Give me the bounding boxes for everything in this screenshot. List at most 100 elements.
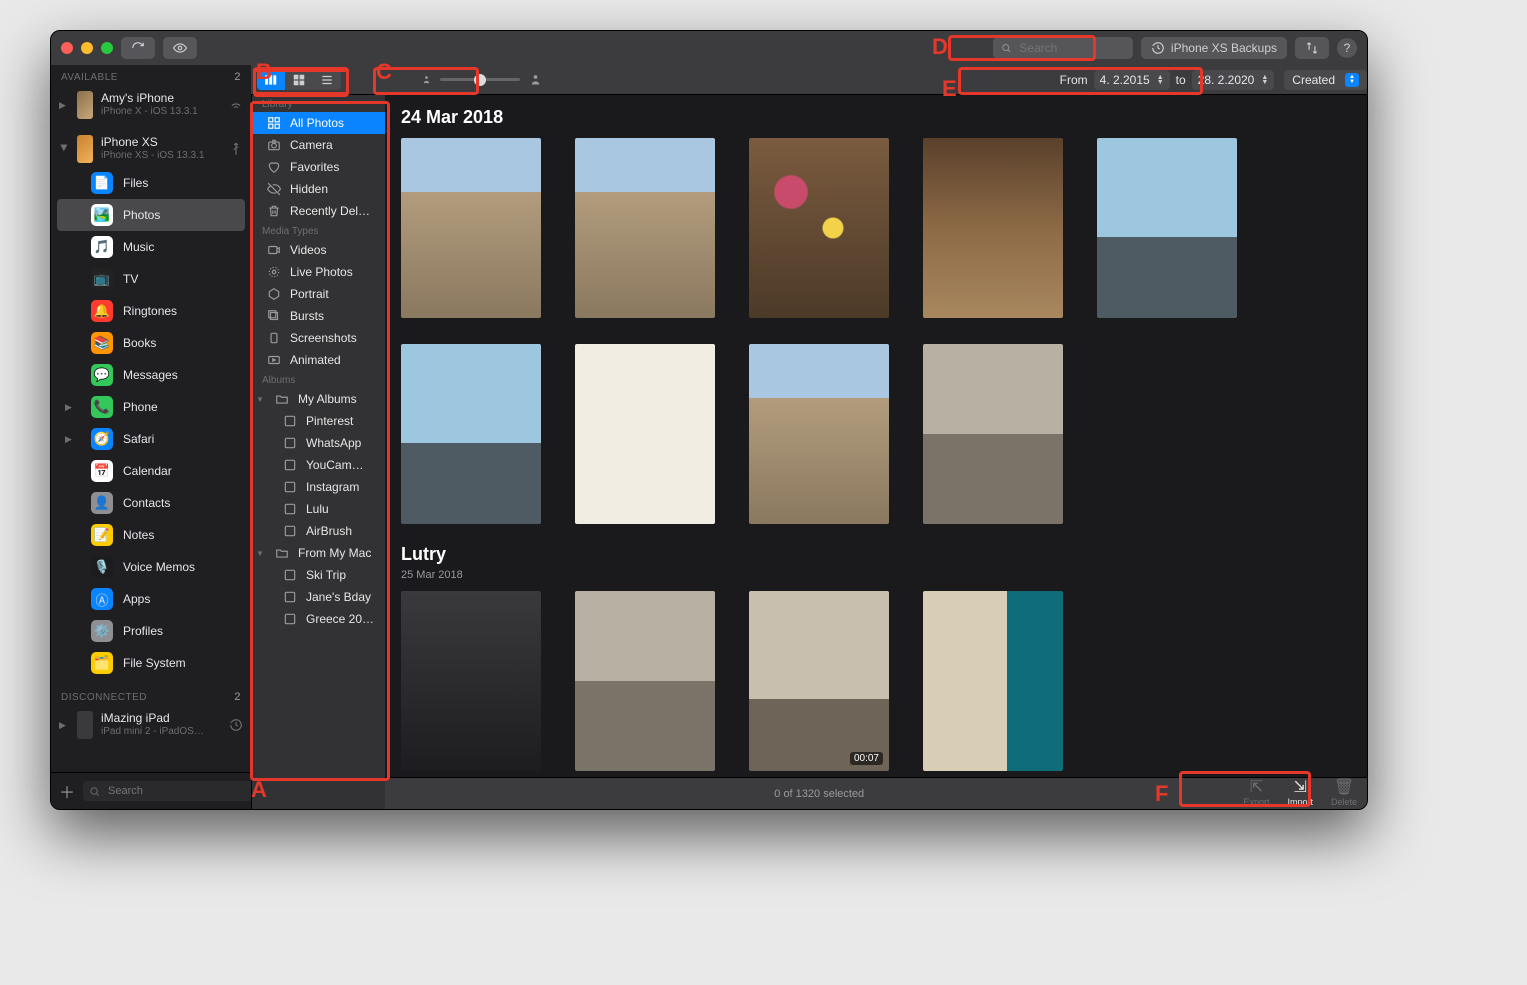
library-item-camera[interactable]: Camera (252, 134, 385, 156)
library-item-favorites[interactable]: Favorites (252, 156, 385, 178)
library-item-youcam-[interactable]: YouCam… (252, 454, 385, 476)
backups-button[interactable]: iPhone XS Backups (1141, 37, 1287, 59)
sidebar-item-calendar[interactable]: 📅Calendar (57, 455, 245, 487)
to-date-field[interactable]: 28. 2.2020 ▲▼ (1192, 70, 1275, 90)
export-button[interactable]: ⇱Export (1243, 780, 1269, 807)
library-item-airbrush[interactable]: AirBrush (252, 520, 385, 542)
photo-thumbnail[interactable] (1097, 138, 1237, 318)
library-item-videos[interactable]: Videos (252, 239, 385, 261)
sidebar-item-books[interactable]: 📚Books (57, 327, 245, 359)
sidebar-item-music[interactable]: 🎵Music (57, 231, 245, 263)
sidebar-item-phone[interactable]: ▶📞Phone (57, 391, 245, 423)
library-item-instagram[interactable]: Instagram (252, 476, 385, 498)
library-item-my-albums[interactable]: ▼My Albums (252, 388, 385, 410)
library-item-recently-del-[interactable]: Recently Del… (252, 200, 385, 222)
sidebar-item-apps[interactable]: ⒶApps (57, 583, 245, 615)
photo-thumbnail[interactable] (401, 344, 541, 524)
photo-thumbnail[interactable] (575, 138, 715, 318)
library-item-ski-trip[interactable]: Ski Trip (252, 564, 385, 586)
group-title: 24 Mar 2018 (401, 107, 1351, 128)
close-window-button[interactable] (61, 42, 73, 54)
view-mode-grid-icon[interactable] (285, 70, 313, 90)
device-imazing-ipad[interactable]: ▶ iMazing iPad iPad mini 2 - iPadOS… (51, 707, 251, 743)
photo-thumbnail[interactable] (575, 344, 715, 524)
library-item-all-photos[interactable]: All Photos (252, 112, 385, 134)
app-icon: 📅 (91, 460, 113, 482)
photo-thumbnail[interactable] (575, 591, 715, 771)
sidebar-search-input[interactable] (106, 784, 251, 798)
stepper-icon[interactable]: ▲▼ (1261, 75, 1268, 85)
import-button[interactable]: ⇲Import (1287, 780, 1313, 807)
library-item-live-photos[interactable]: Live Photos (252, 261, 385, 283)
library-item-portrait[interactable]: Portrait (252, 283, 385, 305)
delete-button[interactable]: 🗑Delete (1331, 780, 1357, 807)
app-icon: 📞 (91, 396, 113, 418)
chevron-down-icon[interactable]: ▶ (59, 144, 70, 154)
refresh-button[interactable] (121, 37, 155, 59)
library-item-bursts[interactable]: Bursts (252, 305, 385, 327)
global-search[interactable] (993, 37, 1133, 59)
sidebar-item-ringtones[interactable]: 🔔Ringtones (57, 295, 245, 327)
library-item-whatsapp[interactable]: WhatsApp (252, 432, 385, 454)
photo-thumbnail[interactable] (923, 344, 1063, 524)
device-iphone-xs[interactable]: ▶ iPhone XS iPhone XS - iOS 13.3.1 (51, 131, 251, 167)
chevron-right-icon[interactable]: ▶ (59, 720, 69, 731)
global-search-input[interactable] (1017, 40, 1125, 56)
from-date-field[interactable]: 4. 2.2015 ▲▼ (1094, 70, 1170, 90)
photo-thumbnail[interactable] (401, 591, 541, 771)
library-item-lulu[interactable]: Lulu (252, 498, 385, 520)
library-item-hidden[interactable]: Hidden (252, 178, 385, 200)
photo-grid-scroll[interactable]: 24 Mar 2018Lutry25 Mar 201800:07 (385, 95, 1367, 777)
sidebar-item-messages[interactable]: 💬Messages (57, 359, 245, 391)
sidebar-item-photos[interactable]: 🏞️Photos (57, 199, 245, 231)
from-label: From (1060, 73, 1088, 87)
photo-thumbnail[interactable] (401, 138, 541, 318)
library-item-screenshots[interactable]: Screenshots (252, 327, 385, 349)
photo-thumbnail[interactable] (749, 138, 889, 318)
library-item-greece-[interactable]: Greece 20… (252, 608, 385, 630)
device-amys-iphone[interactable]: ▶ Amy's iPhone iPhone X - iOS 13.3.1 (51, 87, 251, 123)
annotation-f: F (1155, 781, 1168, 807)
photo-thumbnail[interactable] (923, 138, 1063, 318)
selection-status: 0 of 1320 selected (395, 788, 1243, 800)
sidebar-item-profiles[interactable]: ⚙️Profiles (57, 615, 245, 647)
library-item-label: Bursts (290, 309, 324, 323)
view-mode-list-icon[interactable] (313, 70, 341, 90)
sidebar-item-notes[interactable]: 📝Notes (57, 519, 245, 551)
thumbnail-size-slider[interactable] (421, 72, 543, 87)
stepper-icon[interactable]: ▲▼ (1157, 75, 1164, 85)
fullscreen-window-button[interactable] (101, 42, 113, 54)
thumbnail-size-range[interactable] (440, 78, 520, 81)
library-item-jane-s-bday[interactable]: Jane's Bday (252, 586, 385, 608)
chevron-down-icon[interactable]: ▼ (256, 549, 266, 558)
camera-icon (266, 137, 282, 153)
library-item-pinterest[interactable]: Pinterest (252, 410, 385, 432)
library-item-animated[interactable]: Animated (252, 349, 385, 371)
sidebar-item-label: File System (123, 656, 186, 670)
sidebar-item-label: Notes (123, 528, 154, 542)
sidebar-item-files[interactable]: 📄Files (57, 167, 245, 199)
quicklook-button[interactable] (163, 37, 197, 59)
app-icon: 📺 (91, 268, 113, 290)
sidebar-item-file-system[interactable]: 🗂️File System (57, 647, 245, 679)
transfers-button[interactable] (1295, 37, 1329, 59)
library-item-from-my-mac[interactable]: ▼From My Mac (252, 542, 385, 564)
sidebar-footer: ＋ (51, 772, 251, 809)
library-section-header: Library (252, 95, 385, 112)
sidebar-item-label: Phone (123, 400, 158, 414)
add-button[interactable]: ＋ (59, 779, 75, 803)
sidebar-search[interactable] (83, 781, 251, 801)
sidebar-item-voice-memos[interactable]: 🎙️Voice Memos (57, 551, 245, 583)
chevron-right-icon[interactable]: ▶ (59, 100, 69, 111)
minimize-window-button[interactable] (81, 42, 93, 54)
sidebar-item-contacts[interactable]: 👤Contacts (57, 487, 245, 519)
photo-thumbnail[interactable]: 00:07 (749, 591, 889, 771)
help-button[interactable]: ? (1337, 38, 1357, 58)
photo-thumbnail[interactable] (749, 344, 889, 524)
sidebar-item-safari[interactable]: ▶🧭Safari (57, 423, 245, 455)
sidebar-item-tv[interactable]: 📺TV (57, 263, 245, 295)
annotation-e: E (942, 76, 957, 102)
sort-dropdown[interactable]: Created ▲▼ (1284, 70, 1367, 90)
chevron-down-icon[interactable]: ▼ (256, 395, 266, 404)
photo-thumbnail[interactable] (923, 591, 1063, 771)
